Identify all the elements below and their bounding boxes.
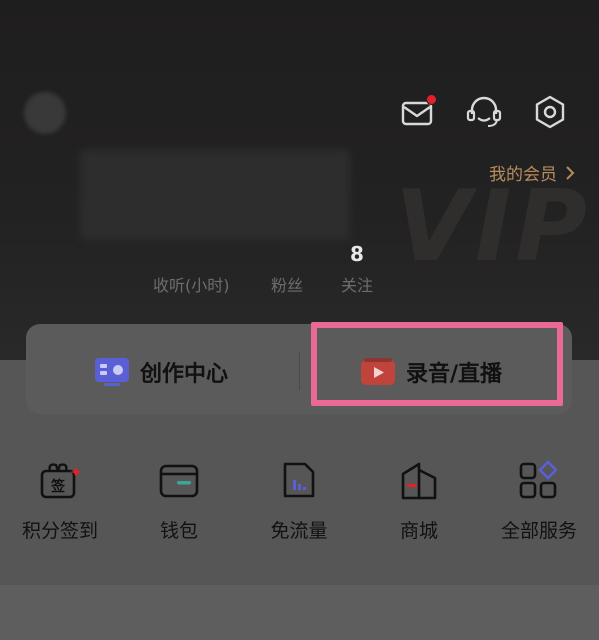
stat-following[interactable]: 8 关注 <box>341 242 373 296</box>
service-label: 商城 <box>399 520 438 542</box>
vip-watermark: VIP <box>395 170 592 284</box>
support-icon[interactable] <box>466 94 502 130</box>
stat-listen-hours[interactable]: 收听(小时) <box>153 242 230 296</box>
bottom-section <box>0 585 599 640</box>
blurred-username <box>80 150 350 240</box>
settings-icon[interactable] <box>532 94 568 130</box>
creation-center-button[interactable]: 创作中心 <box>94 352 228 392</box>
unread-dot <box>426 94 437 105</box>
service-all[interactable]: 全部服务 <box>479 458 599 543</box>
creation-center-icon <box>95 358 129 386</box>
service-label: 积分签到 <box>21 520 98 542</box>
service-checkin[interactable]: 签 积分签到 <box>0 458 120 543</box>
service-label: 免流量 <box>270 520 328 542</box>
stat-label: 收听(小时) <box>153 276 230 295</box>
stat-value <box>271 242 303 268</box>
mail-icon[interactable] <box>400 94 437 130</box>
wallet-icon <box>157 458 201 502</box>
highlight-box <box>311 322 563 406</box>
data-free-icon <box>277 458 321 502</box>
profile-header: VIP 我的会员 收听(小时) 粉丝 8 关注 <box>0 0 599 360</box>
chevron-right-icon <box>566 165 575 180</box>
all-services-icon <box>517 458 561 502</box>
stat-value <box>153 242 230 268</box>
service-mall[interactable]: 商城 <box>359 458 479 543</box>
stat-fans[interactable]: 粉丝 <box>271 242 303 296</box>
service-label: 钱包 <box>159 520 198 542</box>
stat-value: 8 <box>350 242 364 266</box>
service-label: 全部服务 <box>500 520 577 542</box>
mall-icon <box>397 458 441 502</box>
creation-center-label: 创作中心 <box>140 362 229 387</box>
stat-label: 粉丝 <box>271 276 304 295</box>
stat-label: 关注 <box>341 276 374 295</box>
service-data-free[interactable]: 免流量 <box>239 458 359 543</box>
avatar[interactable] <box>24 92 66 134</box>
my-membership-link[interactable]: 我的会员 <box>489 160 575 185</box>
my-membership-label: 我的会员 <box>489 165 557 185</box>
card-divider <box>299 352 300 390</box>
checkin-gift-icon: 签 <box>38 458 82 502</box>
service-wallet[interactable]: 钱包 <box>119 458 239 543</box>
svg-text:签: 签 <box>50 478 66 495</box>
